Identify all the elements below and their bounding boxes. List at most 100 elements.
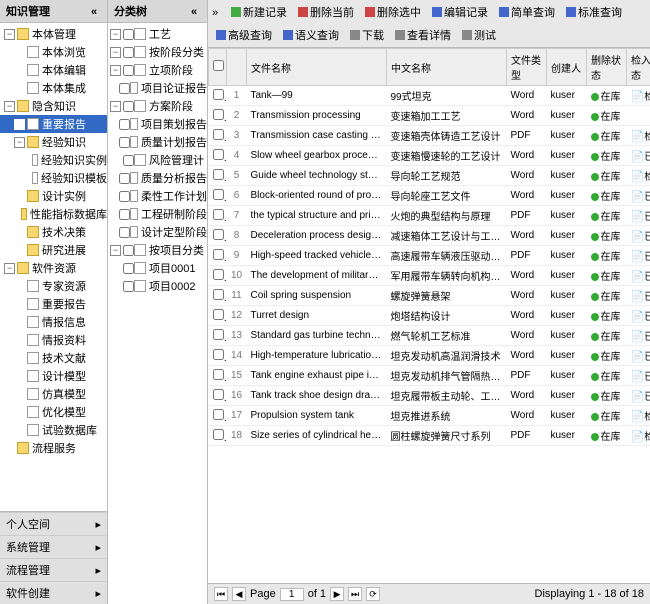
- left-tree-node[interactable]: 情报资料: [0, 331, 107, 349]
- table-row[interactable]: 11Coil spring suspension螺旋弹簧悬架Wordkuser在…: [209, 286, 650, 306]
- left-tree-node[interactable]: 经验知识模板: [0, 169, 107, 187]
- tree-checkbox[interactable]: [119, 137, 130, 148]
- column-header[interactable]: 删除状态: [587, 49, 627, 86]
- category-tree-node[interactable]: − 立项阶段: [108, 61, 207, 79]
- table-row[interactable]: 16Tank track shoe design drawing...坦克履带板…: [209, 386, 650, 406]
- collapse-icon[interactable]: −: [110, 47, 121, 58]
- expand-icon[interactable]: [14, 245, 25, 256]
- tree-checkbox[interactable]: [119, 119, 130, 130]
- category-tree-node[interactable]: 质量计划报告: [108, 133, 207, 151]
- table-row[interactable]: 15Tank engine exhaust pipe insula...坦克发动…: [209, 366, 650, 386]
- expand-icon[interactable]: [14, 425, 25, 436]
- toolbar-button[interactable]: 删除选中: [361, 2, 425, 22]
- table-row[interactable]: 10The development of military tra...军用履带…: [209, 266, 650, 286]
- expand-icon[interactable]: [14, 119, 25, 130]
- collapse-icon[interactable]: −: [110, 29, 121, 40]
- expand-icon[interactable]: [14, 83, 25, 94]
- category-tree-node[interactable]: 设计定型阶段: [108, 223, 207, 241]
- category-tree-node[interactable]: − 工艺: [108, 25, 207, 43]
- expand-icon[interactable]: [14, 389, 25, 400]
- left-tree-node[interactable]: 本体浏览: [0, 43, 107, 61]
- tree-checkbox[interactable]: [123, 29, 134, 40]
- left-tree-node[interactable]: 技术决策: [0, 223, 107, 241]
- toolbar-button[interactable]: 语义查询: [279, 25, 343, 45]
- tree-checkbox[interactable]: [123, 65, 134, 76]
- collapse-icon[interactable]: −: [110, 101, 121, 112]
- toolbar-button[interactable]: 编辑记录: [428, 2, 492, 22]
- column-header[interactable]: 创建人: [547, 49, 587, 86]
- left-tree-node[interactable]: 设计模型: [0, 367, 107, 385]
- expand-icon[interactable]: [14, 299, 25, 310]
- toolbar-button[interactable]: 查看详情: [391, 25, 455, 45]
- row-checkbox[interactable]: [213, 229, 224, 240]
- row-checkbox[interactable]: [213, 349, 224, 360]
- row-checkbox[interactable]: [213, 89, 224, 100]
- table-row[interactable]: 1Tank—9999式坦克Wordkuser在库📄检入: [209, 86, 650, 106]
- column-header[interactable]: 检入状态: [627, 49, 650, 86]
- row-checkbox[interactable]: [213, 369, 224, 380]
- category-tree-node[interactable]: 工程研制阶段: [108, 205, 207, 223]
- left-tree-node[interactable]: 性能指标数据库: [0, 205, 107, 223]
- accordion-item[interactable]: 个人空间▸: [0, 512, 107, 535]
- pager-first-icon[interactable]: ⏮: [214, 587, 228, 601]
- expand-icon[interactable]: [110, 227, 117, 238]
- row-checkbox[interactable]: [213, 409, 224, 420]
- category-tree-node[interactable]: − 按阶段分类: [108, 43, 207, 61]
- row-checkbox[interactable]: [213, 269, 224, 280]
- left-tree-node[interactable]: 研究进展: [0, 241, 107, 259]
- toolbar-button[interactable]: 标准查询: [562, 2, 626, 22]
- left-tree-node[interactable]: 试验数据库: [0, 421, 107, 439]
- row-checkbox[interactable]: [213, 129, 224, 140]
- expand-icon[interactable]: [110, 137, 117, 148]
- left-tree-node[interactable]: −经验知识: [0, 133, 107, 151]
- table-row[interactable]: 8Deceleration process design and...减速箱体工…: [209, 226, 650, 246]
- table-row[interactable]: 17Propulsion system tank坦克推进系统Wordkuser在…: [209, 406, 650, 426]
- column-header[interactable]: 文件类型: [507, 49, 547, 86]
- row-checkbox[interactable]: [213, 209, 224, 220]
- expand-icon[interactable]: [110, 173, 117, 184]
- column-header[interactable]: 中文名称: [387, 49, 507, 86]
- left-tree-node[interactable]: −软件资源: [0, 259, 107, 277]
- expand-icon[interactable]: [110, 263, 121, 274]
- row-checkbox[interactable]: [213, 429, 224, 440]
- category-tree-node[interactable]: − 按项目分类: [108, 241, 207, 259]
- category-tree-node[interactable]: 项目策划报告: [108, 115, 207, 133]
- tree-checkbox[interactable]: [123, 47, 134, 58]
- row-checkbox[interactable]: [213, 309, 224, 320]
- column-header[interactable]: [209, 49, 227, 86]
- tree-checkbox[interactable]: [123, 245, 134, 256]
- select-all-checkbox[interactable]: [213, 60, 224, 71]
- table-row[interactable]: 18Size series of cylindrical helical sp.…: [209, 426, 650, 446]
- tree-checkbox[interactable]: [119, 83, 130, 94]
- expand-icon[interactable]: [14, 335, 25, 346]
- toolbar-button[interactable]: 测试: [458, 25, 500, 45]
- expand-icon[interactable]: [26, 155, 30, 166]
- table-row[interactable]: 14High-temperature lubrication te...坦克发动…: [209, 346, 650, 366]
- tree-checkbox[interactable]: [123, 281, 134, 292]
- pager-page-input[interactable]: [280, 588, 304, 601]
- expand-icon[interactable]: [14, 47, 25, 58]
- expand-icon[interactable]: »: [212, 7, 222, 17]
- row-checkbox[interactable]: [213, 289, 224, 300]
- collapse-left-icon[interactable]: «: [91, 6, 101, 16]
- accordion-item[interactable]: 系统管理▸: [0, 535, 107, 558]
- row-checkbox[interactable]: [213, 389, 224, 400]
- left-tree-node[interactable]: 仿真模型: [0, 385, 107, 403]
- row-checkbox[interactable]: [213, 329, 224, 340]
- left-tree-node[interactable]: 优化模型: [0, 403, 107, 421]
- table-row[interactable]: 9High-speed tracked vehicle hydr...高速履带车…: [209, 246, 650, 266]
- expand-icon[interactable]: [14, 227, 25, 238]
- expand-icon[interactable]: [14, 65, 25, 76]
- expand-icon[interactable]: [110, 209, 117, 220]
- collapse-icon[interactable]: −: [4, 29, 15, 40]
- left-tree-node[interactable]: 经验知识实例: [0, 151, 107, 169]
- table-row[interactable]: 13Standard gas turbine technology燃气轮机工艺标…: [209, 326, 650, 346]
- expand-icon[interactable]: [110, 281, 121, 292]
- category-tree-node[interactable]: − 方案阶段: [108, 97, 207, 115]
- accordion-item[interactable]: 软件创建▸: [0, 581, 107, 604]
- toolbar-button[interactable]: 简单查询: [495, 2, 559, 22]
- category-tree-node[interactable]: 风险管理计: [108, 151, 207, 169]
- left-tree-node[interactable]: 重要报告: [0, 115, 107, 133]
- accordion-item[interactable]: 流程管理▸: [0, 558, 107, 581]
- tree-checkbox[interactable]: [123, 263, 134, 274]
